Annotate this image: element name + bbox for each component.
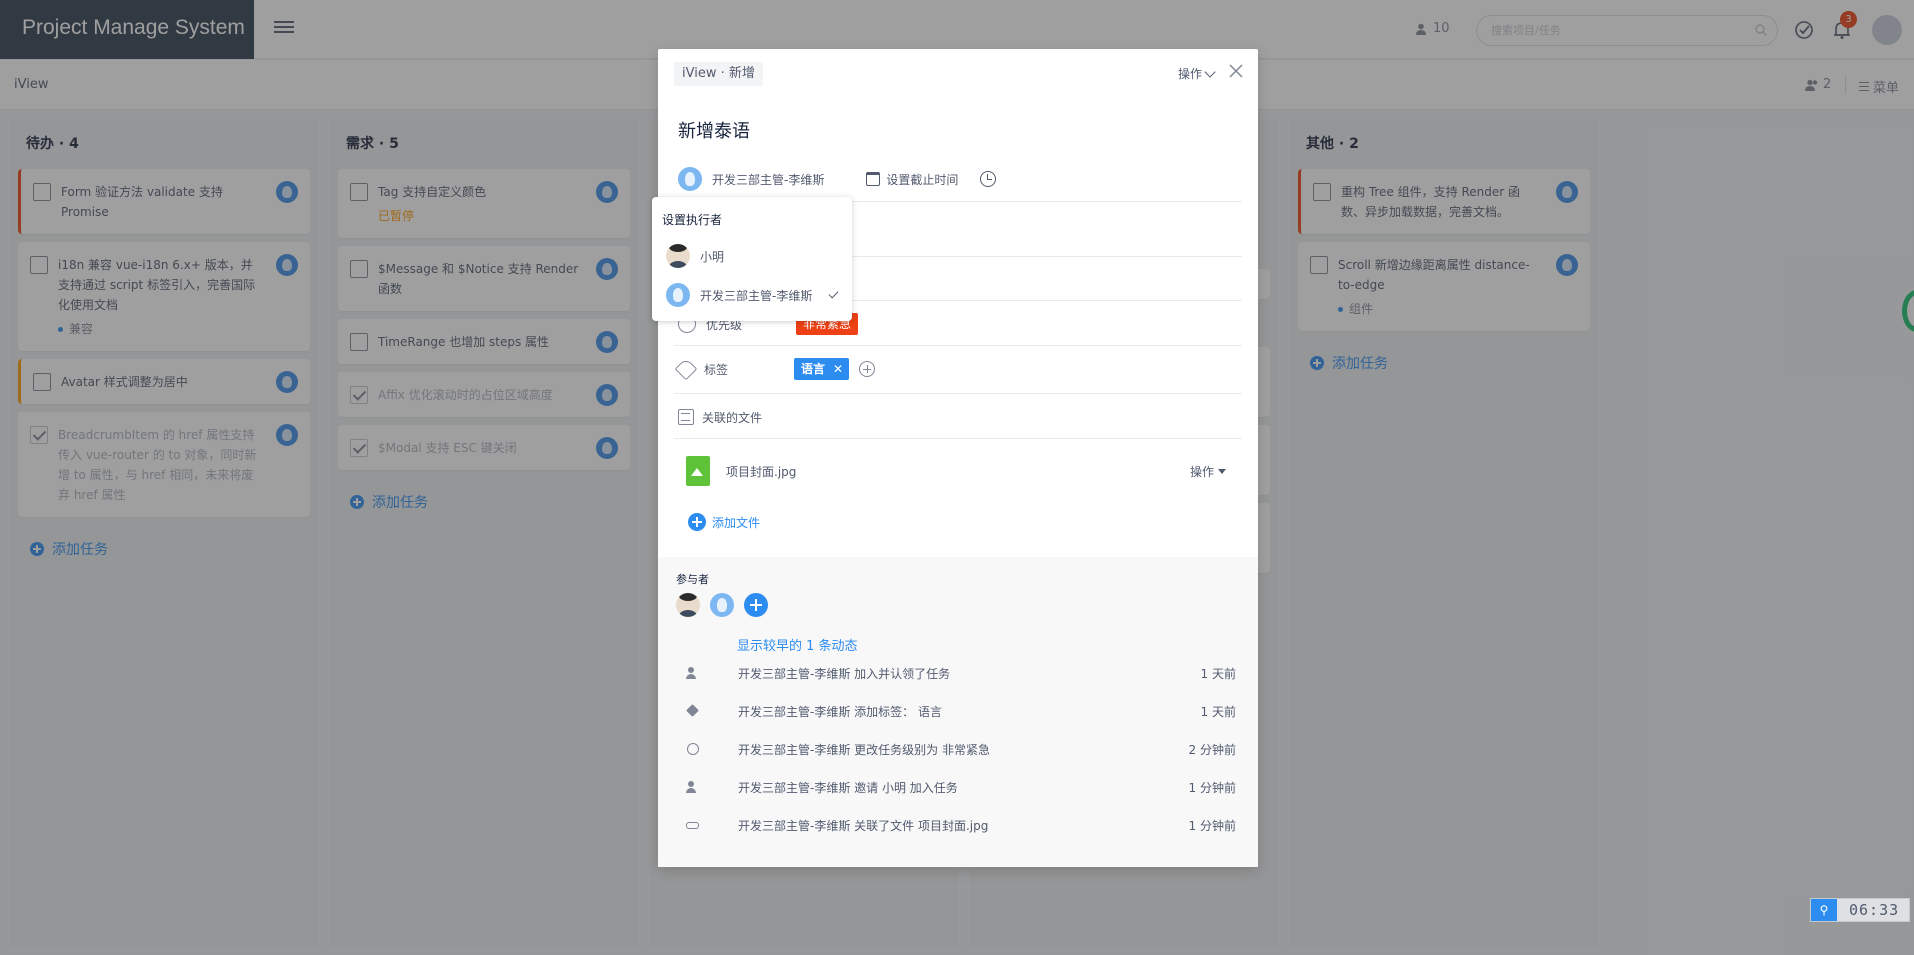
tag-chip[interactable]: 语言 ✕ (794, 358, 850, 380)
participants-section: 参与者 显示较早的 1 条动态 开发三部主管-李维斯 加入并认领了任务 1 天前… (658, 557, 1258, 867)
activity-text: 开发三部主管-李维斯 关联了文件 项目封面.jpg (738, 818, 989, 833)
add-file-label: 添加文件 (712, 515, 761, 530)
files-row: 关联的文件 (678, 405, 792, 429)
task-title[interactable]: 新增泰语 (678, 117, 750, 143)
activity-text: 开发三部主管-李维斯 添加标签： 语言 (738, 704, 942, 719)
files-label: 关联的文件 (702, 410, 763, 425)
tags-label: 标签 (704, 362, 729, 377)
activity-text: 开发三部主管-李维斯 加入并认领了任务 (738, 666, 951, 681)
pin-icon: ⚲ (1811, 899, 1837, 921)
link-icon (686, 818, 700, 832)
caret-down-icon (1218, 468, 1226, 474)
participant-avatar[interactable] (710, 593, 734, 617)
add-tag-icon[interactable] (859, 361, 876, 377)
activity-item: 开发三部主管-李维斯 邀请 小明 加入任务 1 分钟前 (686, 777, 1236, 797)
activity-time: 1 分钟前 (1188, 780, 1236, 795)
activity-item: 开发三部主管-李维斯 更改任务级别为 非常紧急 2 分钟前 (686, 739, 1236, 759)
participant-list (676, 593, 768, 617)
file-name[interactable]: 项目封面.jpg (726, 463, 796, 480)
file-actions-dropdown[interactable]: 操作 (1190, 463, 1226, 480)
tag-icon (674, 357, 698, 381)
file-actions-label: 操作 (1189, 464, 1214, 479)
divider (674, 438, 1242, 439)
participants-title: 参与者 (676, 573, 709, 586)
participant-avatar[interactable] (676, 593, 700, 617)
activity-item: 开发三部主管-李维斯 关联了文件 项目封面.jpg 1 分钟前 (686, 815, 1236, 835)
user-add-icon (686, 780, 700, 794)
option-avatar (666, 283, 690, 307)
clock-widget: ⚲ 06:33 (1810, 898, 1911, 922)
tag-chip-label: 语言 (801, 362, 826, 376)
breadcrumb[interactable]: iView · 新增 (674, 62, 763, 86)
actions-dropdown[interactable]: 操作 (1177, 65, 1216, 82)
activity-text: 开发三部主管-李维斯 邀请 小明 加入任务 (738, 780, 958, 795)
assignee-dropdown: 设置执行者 小明 开发三部主管-李维斯 (652, 197, 852, 321)
assignee-name[interactable]: 开发三部主管-李维斯 (712, 171, 824, 188)
divider (674, 345, 1242, 346)
tags-row: 标签 语言 ✕ (674, 357, 876, 381)
check-icon (828, 288, 839, 299)
add-file-button[interactable]: 添加文件 (688, 513, 760, 531)
activity-item: 开发三部主管-李维斯 加入并认领了任务 1 天前 (686, 663, 1236, 683)
assignee-avatar[interactable] (678, 167, 702, 191)
activity-time: 1 分钟前 (1188, 818, 1236, 833)
assignee-option[interactable]: 小明 (666, 244, 844, 268)
activity-item: 开发三部主管-李维斯 添加标签： 语言 1 天前 (686, 701, 1236, 721)
task-detail-modal: iView · 新增 操作 新增泰语 开发三部主管-李维斯 设置截止时间 优先级… (658, 49, 1258, 867)
calendar-icon (866, 172, 881, 186)
image-file-icon (686, 456, 710, 486)
activity-time: 1 天前 (1200, 666, 1236, 681)
option-avatar (666, 244, 690, 268)
clock-time: 06:33 (1849, 901, 1900, 919)
user-add-icon (686, 666, 700, 680)
show-earlier-link[interactable]: 显示较早的 1 条动态 (737, 635, 858, 654)
remove-tag-icon[interactable]: ✕ (833, 358, 843, 380)
due-date-button[interactable]: 设置截止时间 (866, 171, 958, 188)
add-participant-icon[interactable] (744, 593, 768, 617)
activity-time: 1 天前 (1200, 704, 1236, 719)
option-name: 开发三部主管-李维斯 (700, 288, 813, 303)
chevron-down-icon (1204, 65, 1216, 78)
alarm-clock-icon[interactable] (980, 171, 997, 187)
priority-circle-icon (686, 742, 700, 756)
option-name: 小明 (700, 249, 725, 264)
close-icon[interactable] (1228, 63, 1244, 79)
assignee-option-selected[interactable]: 开发三部主管-李维斯 (666, 283, 844, 307)
due-date-label: 设置截止时间 (886, 172, 959, 187)
tag-icon (686, 704, 700, 718)
list-icon (678, 409, 694, 425)
add-circle-icon (688, 513, 706, 531)
dropdown-title: 设置执行者 (662, 213, 723, 227)
assignee-row: 开发三部主管-李维斯 设置截止时间 (678, 167, 997, 191)
activity-time: 2 分钟前 (1188, 742, 1236, 757)
file-item[interactable]: 项目封面.jpg 操作 (686, 454, 1226, 488)
activity-text: 开发三部主管-李维斯 更改任务级别为 非常紧急 (738, 742, 990, 757)
actions-label: 操作 (1177, 67, 1202, 81)
divider (674, 393, 1242, 394)
